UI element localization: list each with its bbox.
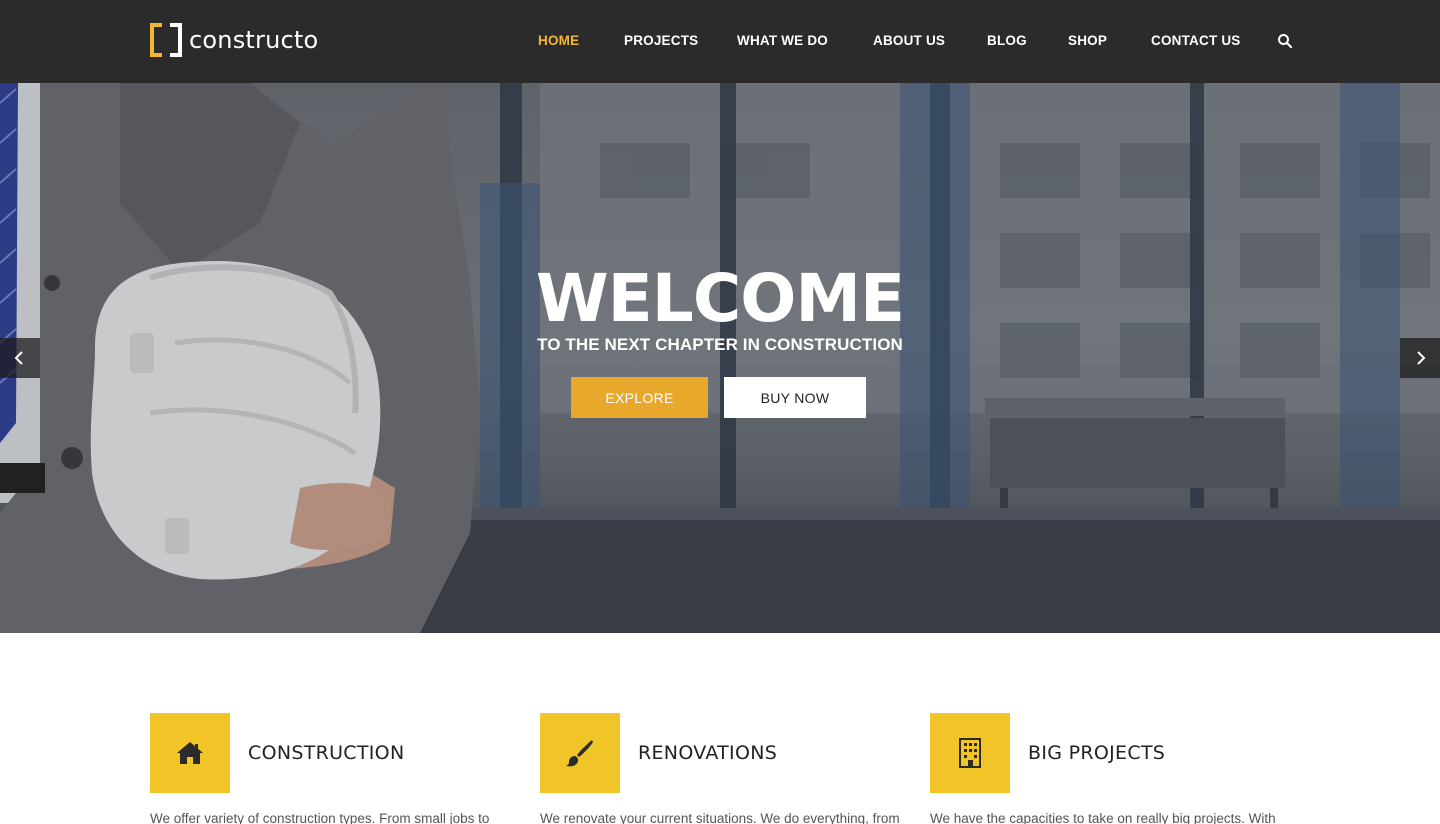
feature-icon-box — [930, 713, 1010, 793]
feature-big-projects: BIG PROJECTS We have the capacities to t… — [930, 713, 1290, 824]
feature-text: We offer variety of construction types. … — [150, 811, 490, 824]
hero-slider: WELCOME TO THE NEXT CHAPTER IN CONSTRUCT… — [0, 83, 1440, 633]
nav-item-home[interactable]: HOME — [538, 32, 579, 49]
main-nav: HOME PROJECTS WHAT WE DO ABOUT US BLOG S… — [0, 0, 1440, 83]
site-header: constructo HOME PROJECTS WHAT WE DO ABOU… — [0, 0, 1440, 83]
feature-title: BIG PROJECTS — [1028, 742, 1166, 764]
nav-item-what-we-do[interactable]: WHAT WE DO — [737, 32, 828, 49]
nav-item-about-us[interactable]: ABOUT US — [873, 32, 945, 49]
search-icon[interactable] — [1277, 33, 1293, 49]
nav-item-blog[interactable]: BLOG — [987, 32, 1027, 49]
hero-subtitle: TO THE NEXT CHAPTER IN CONSTRUCTION — [537, 335, 903, 354]
slider-next-button[interactable] — [1400, 338, 1440, 378]
feature-text: We renovate your current situations. We … — [540, 811, 900, 824]
nav-item-contact-us[interactable]: CONTACT US — [1151, 32, 1241, 49]
feature-text: We have the capacities to take on really… — [930, 811, 1276, 824]
explore-button[interactable]: EXPLORE — [571, 377, 708, 418]
feature-title: RENOVATIONS — [638, 742, 778, 764]
feature-icon-box — [150, 713, 230, 793]
building-icon — [959, 738, 981, 768]
hero-background-image — [0, 83, 1440, 633]
feature-title: CONSTRUCTION — [248, 742, 405, 764]
feature-renovations: RENOVATIONS We renovate your current sit… — [540, 713, 900, 824]
nav-item-projects[interactable]: PROJECTS — [624, 32, 698, 49]
chevron-right-icon — [1417, 351, 1426, 365]
feature-icon-box — [540, 713, 620, 793]
buy-now-button[interactable]: BUY NOW — [724, 377, 866, 418]
home-icon — [177, 742, 203, 764]
nav-item-shop[interactable]: SHOP — [1068, 32, 1107, 49]
feature-construction: CONSTRUCTION We offer variety of constru… — [150, 713, 510, 824]
chevron-left-icon — [14, 351, 23, 365]
hero-title: WELCOME — [535, 260, 905, 337]
slider-prev-button[interactable] — [0, 338, 40, 378]
paintbrush-icon — [566, 740, 593, 767]
